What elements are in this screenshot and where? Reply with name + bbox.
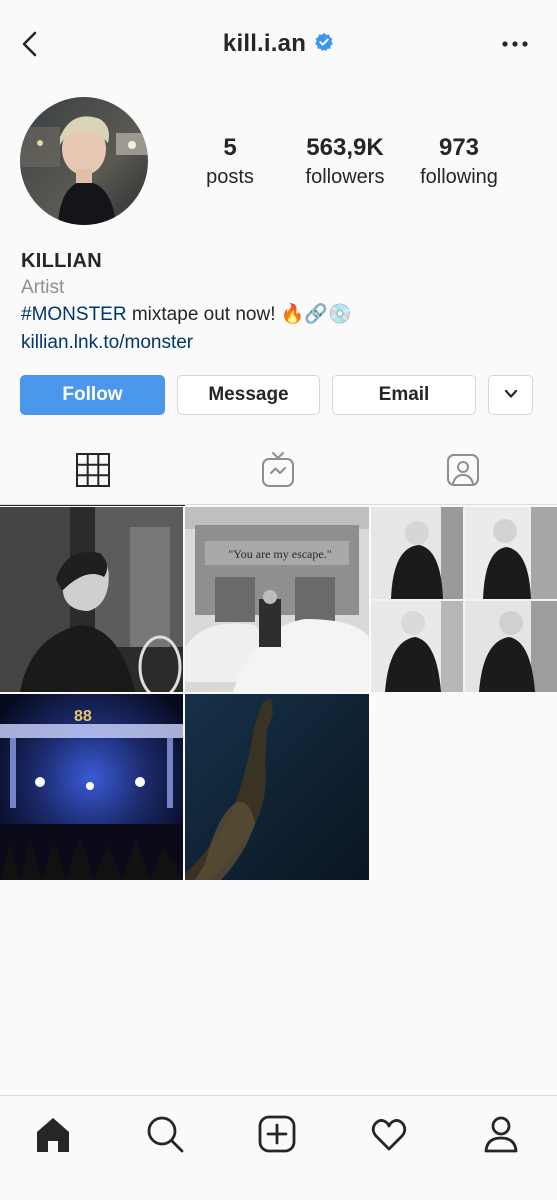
profile-tabs	[0, 440, 557, 506]
posts-count: 5	[223, 134, 237, 161]
back-chevron-icon[interactable]	[14, 26, 46, 62]
bio-description: mixtape out now! 🔥🔗💿	[126, 304, 352, 325]
stage-sign-text: 88	[74, 708, 92, 725]
email-button[interactable]: Email	[332, 375, 476, 415]
post-thumbnail[interactable]	[371, 507, 557, 692]
igtv-icon	[260, 451, 296, 494]
nav-home[interactable]	[33, 1114, 73, 1154]
username-title: kill.i.an	[222, 30, 307, 57]
post-sign-text: "You are my escape."	[228, 547, 332, 561]
followers-count: 563,9K	[306, 134, 384, 161]
bottom-navigation	[0, 1095, 557, 1200]
followers-label: followers	[305, 166, 385, 188]
nav-new-post[interactable]	[257, 1114, 297, 1154]
following-count: 973	[438, 134, 480, 161]
bio-text: #MONSTER mixtape out now! 🔥🔗💿	[21, 301, 541, 329]
message-button[interactable]: Message	[177, 375, 320, 415]
tagged-user-icon	[445, 452, 481, 493]
stat-posts[interactable]: 5 posts	[195, 134, 265, 192]
follow-button[interactable]: Follow	[20, 375, 165, 415]
tab-igtv[interactable]	[185, 440, 370, 504]
grid-icon	[75, 452, 111, 493]
bio-link[interactable]: killian.lnk.to/monster	[21, 329, 541, 356]
post-thumbnail[interactable]	[185, 694, 369, 880]
stat-followers[interactable]: 563,9K followers	[292, 134, 398, 192]
tab-grid[interactable]	[0, 440, 185, 506]
suggested-toggle-button[interactable]	[488, 375, 533, 415]
search-icon	[145, 1116, 185, 1158]
posts-label: posts	[206, 166, 254, 188]
add-post-icon	[257, 1115, 297, 1158]
display-name: KILLIAN	[21, 250, 102, 272]
bio-section: KILLIAN Artist #MONSTER mixtape out now!…	[21, 249, 541, 356]
avatar[interactable]	[20, 97, 148, 225]
post-thumbnail[interactable]: 88	[0, 694, 183, 880]
following-label: following	[420, 166, 498, 188]
category-label: Artist	[21, 277, 65, 298]
verified-badge-icon	[314, 32, 334, 57]
post-thumbnail[interactable]	[0, 507, 183, 692]
nav-profile[interactable]	[481, 1114, 521, 1154]
heart-icon	[369, 1119, 409, 1158]
nav-activity[interactable]	[369, 1114, 409, 1154]
top-bar: kill.i.an	[0, 0, 557, 88]
tab-tagged[interactable]	[370, 440, 555, 504]
more-dots-icon[interactable]	[499, 30, 531, 58]
chevron-down-icon	[503, 384, 519, 406]
profile-icon	[481, 1116, 521, 1158]
profile-title: kill.i.an	[223, 30, 334, 58]
home-icon	[33, 1118, 73, 1158]
tabs-divider	[0, 504, 557, 505]
profile-page: kill.i.an 5 posts 563,9K followers 973 f…	[0, 0, 557, 1200]
post-thumbnail[interactable]: "You are my escape."	[185, 507, 369, 692]
bio-hashtag[interactable]: #MONSTER	[21, 304, 127, 325]
nav-search[interactable]	[145, 1114, 185, 1154]
stat-following[interactable]: 973 following	[410, 134, 508, 192]
